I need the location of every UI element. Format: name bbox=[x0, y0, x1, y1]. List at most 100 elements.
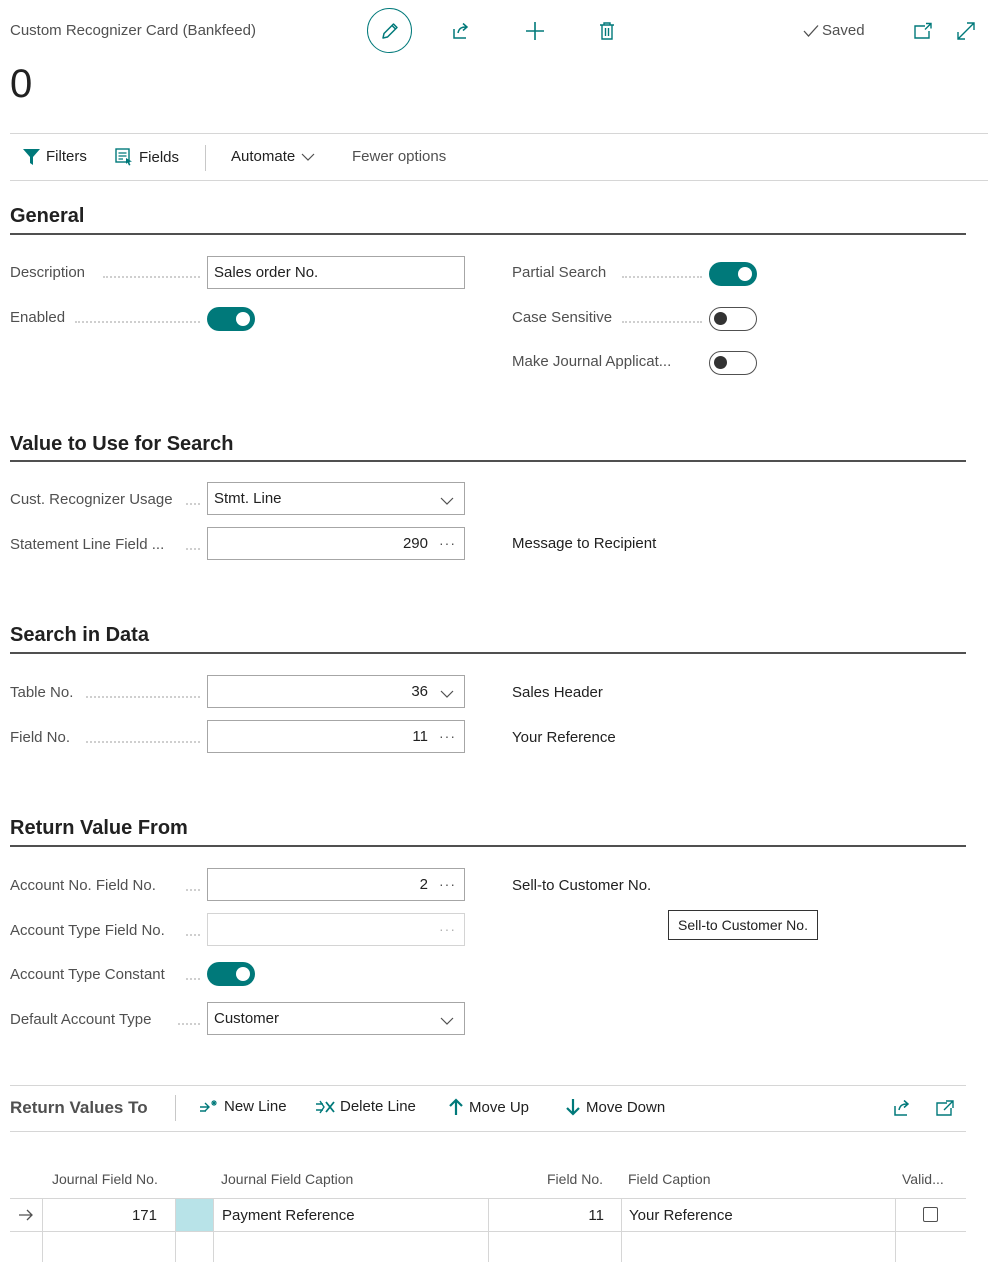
automate-menu[interactable]: Automate bbox=[231, 148, 315, 165]
label-dots bbox=[103, 276, 200, 278]
default-account-type-label: Default Account Type bbox=[10, 1011, 152, 1028]
field-no-value: 11 bbox=[412, 728, 428, 745]
default-account-type-select[interactable]: Customer bbox=[207, 1002, 465, 1035]
case-sensitive-label: Case Sensitive bbox=[512, 309, 613, 326]
subpage-title[interactable]: Return Values To bbox=[10, 1098, 148, 1118]
usage-select[interactable]: Stmt. Line bbox=[207, 482, 465, 515]
new-button[interactable] bbox=[524, 20, 546, 42]
account-type-constant-label: Account Type Constant bbox=[10, 966, 165, 983]
new-line-button[interactable]: New Line bbox=[199, 1098, 287, 1115]
journal-field-caption-cell[interactable]: Payment Reference bbox=[222, 1207, 355, 1224]
table-row[interactable]: 171 Payment Reference 11 Your Reference bbox=[10, 1199, 966, 1231]
table-no-select[interactable]: 36 bbox=[207, 675, 465, 708]
section-title-return-value-from[interactable]: Return Value From bbox=[10, 817, 188, 840]
share-button[interactable] bbox=[450, 20, 472, 42]
expand-icon bbox=[956, 21, 976, 41]
action-bar-top-divider bbox=[10, 133, 988, 134]
move-down-button[interactable]: Move Down bbox=[565, 1098, 665, 1116]
table-no-label: Table No. bbox=[10, 684, 74, 701]
default-account-type-value: Customer bbox=[214, 1010, 280, 1027]
stmt-field-input[interactable]: 290 ··· bbox=[207, 527, 465, 560]
filters-label: Filters bbox=[46, 148, 87, 165]
section-divider bbox=[10, 233, 966, 235]
filters-button[interactable]: Filters bbox=[23, 148, 87, 165]
make-journal-toggle[interactable] bbox=[709, 351, 757, 375]
enabled-label: Enabled bbox=[10, 309, 66, 326]
saved-label: Saved bbox=[822, 22, 865, 39]
case-sensitive-toggle[interactable] bbox=[709, 307, 757, 331]
section-title-general[interactable]: General bbox=[10, 205, 84, 228]
open-in-new-window-icon bbox=[935, 1099, 955, 1117]
column-header-valid[interactable]: Valid... bbox=[902, 1171, 944, 1187]
partial-search-toggle[interactable] bbox=[709, 262, 757, 286]
chevron-down-icon bbox=[440, 492, 454, 509]
plus-icon bbox=[525, 21, 545, 41]
selected-cell[interactable] bbox=[176, 1199, 213, 1231]
lookup-ellipsis-icon[interactable]: ··· bbox=[439, 728, 456, 744]
column-header-field-no[interactable]: Field No. bbox=[547, 1171, 603, 1187]
enabled-toggle[interactable] bbox=[207, 307, 255, 331]
arrow-down-icon bbox=[565, 1098, 581, 1116]
stmt-field-value: 290 bbox=[402, 535, 428, 552]
valid-checkbox[interactable] bbox=[923, 1207, 938, 1222]
partial-search-label: Partial Search bbox=[512, 264, 607, 281]
record-name: 0 bbox=[10, 62, 33, 106]
description-input[interactable]: Sales order No. bbox=[207, 256, 465, 289]
label-dots bbox=[186, 934, 200, 936]
fewer-options-button[interactable]: Fewer options bbox=[352, 148, 446, 165]
delete-line-label: Delete Line bbox=[340, 1098, 416, 1115]
journal-field-no-cell[interactable]: 171 bbox=[132, 1207, 157, 1224]
account-type-field-input[interactable]: ··· bbox=[207, 913, 465, 946]
section-divider bbox=[10, 460, 966, 462]
expand-button[interactable] bbox=[955, 20, 977, 42]
label-dots bbox=[86, 741, 200, 743]
chevron-down-icon bbox=[301, 153, 315, 161]
page-title: Custom Recognizer Card (Bankfeed) bbox=[10, 22, 256, 39]
label-dots bbox=[186, 503, 200, 505]
delete-line-button[interactable]: Delete Line bbox=[315, 1098, 416, 1115]
subpage-share-button[interactable] bbox=[892, 1098, 912, 1118]
label-dots bbox=[75, 321, 200, 323]
edit-button[interactable] bbox=[367, 8, 412, 53]
new-line-icon bbox=[199, 1099, 219, 1115]
section-title-value-to-use[interactable]: Value to Use for Search bbox=[10, 433, 233, 456]
move-up-button[interactable]: Move Up bbox=[448, 1098, 529, 1116]
fields-button[interactable]: Fields bbox=[115, 148, 179, 166]
account-type-constant-toggle[interactable] bbox=[207, 962, 255, 986]
column-header-journal-field-caption[interactable]: Journal Field Caption bbox=[221, 1171, 353, 1187]
new-line-label: New Line bbox=[224, 1098, 287, 1115]
column-header-field-caption[interactable]: Field Caption bbox=[628, 1171, 711, 1187]
column-header-journal-field-no[interactable]: Journal Field No. bbox=[52, 1171, 158, 1187]
fields-label: Fields bbox=[139, 148, 180, 166]
subpage-toolbar-divider bbox=[10, 1131, 966, 1132]
delete-line-icon bbox=[315, 1099, 335, 1115]
move-down-label: Move Down bbox=[586, 1098, 666, 1116]
section-divider bbox=[10, 652, 966, 654]
account-no-field-caption: Sell-to Customer No. bbox=[512, 877, 652, 894]
tooltip: Sell-to Customer No. bbox=[668, 910, 818, 940]
open-new-window-button[interactable] bbox=[912, 20, 934, 42]
saved-status: Saved bbox=[803, 22, 865, 39]
action-bar-separator bbox=[205, 145, 206, 171]
delete-button[interactable] bbox=[596, 20, 618, 42]
section-title-search-in-data[interactable]: Search in Data bbox=[10, 624, 149, 647]
subpage-expand-button[interactable] bbox=[935, 1099, 955, 1117]
make-journal-label: Make Journal Applicat... bbox=[512, 353, 672, 370]
lookup-ellipsis-icon[interactable]: ··· bbox=[439, 535, 456, 551]
field-caption: Your Reference bbox=[512, 729, 616, 746]
label-dots bbox=[622, 321, 702, 323]
lookup-ellipsis-icon[interactable]: ··· bbox=[439, 876, 456, 892]
lookup-ellipsis-icon[interactable]: ··· bbox=[439, 921, 456, 937]
stmt-field-label: Statement Line Field ... bbox=[10, 536, 165, 553]
stmt-field-caption: Message to Recipient bbox=[512, 535, 657, 552]
field-caption-cell[interactable]: Your Reference bbox=[629, 1207, 733, 1224]
label-dots bbox=[186, 548, 200, 550]
pencil-icon bbox=[380, 21, 400, 41]
usage-value: Stmt. Line bbox=[214, 490, 282, 507]
filter-icon bbox=[23, 148, 40, 165]
subpage-separator bbox=[175, 1095, 176, 1121]
field-no-cell[interactable]: 11 bbox=[588, 1207, 604, 1224]
trash-icon bbox=[598, 21, 616, 41]
field-no-input[interactable]: 11 ··· bbox=[207, 720, 465, 753]
account-no-field-input[interactable]: 2 ··· bbox=[207, 868, 465, 901]
